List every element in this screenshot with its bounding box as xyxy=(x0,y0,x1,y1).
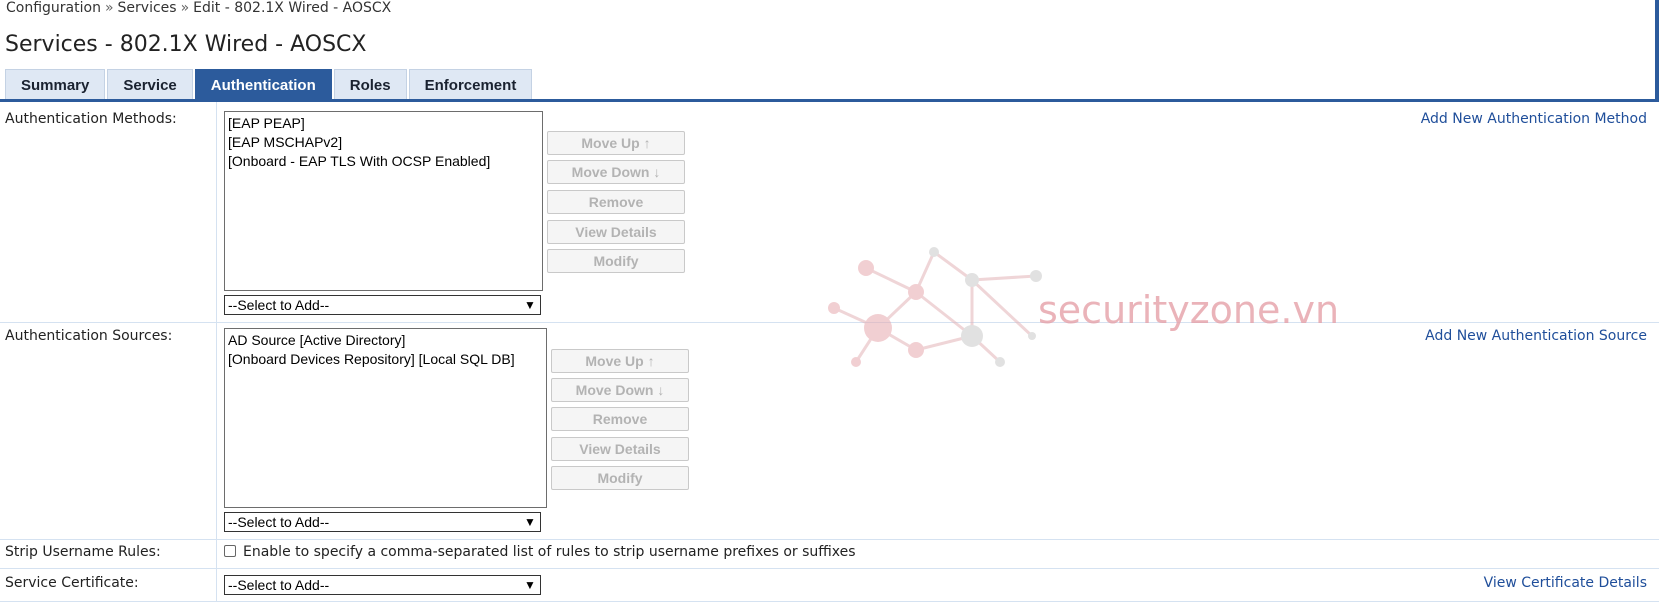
row-divider xyxy=(0,568,1659,569)
row-divider xyxy=(0,539,1659,540)
select-value: --Select to Add-- xyxy=(228,514,330,530)
auth-methods-select[interactable]: --Select to Add-- ▼ xyxy=(224,295,541,315)
tab-roles[interactable]: Roles xyxy=(333,69,407,101)
tab-enforcement[interactable]: Enforcement xyxy=(408,69,533,101)
tab-underline xyxy=(0,99,1659,102)
move-up-button[interactable]: Move Up ↑ xyxy=(551,349,689,373)
auth-methods-label: Authentication Methods: xyxy=(5,111,177,127)
select-value: --Select to Add-- xyxy=(228,577,330,593)
breadcrumb-services[interactable]: Services xyxy=(118,0,177,16)
row-divider xyxy=(0,601,1659,602)
view-details-button[interactable]: View Details xyxy=(547,220,685,244)
auth-sources-label: Authentication Sources: xyxy=(5,328,173,344)
list-item[interactable]: [EAP MSCHAPv2] xyxy=(228,133,539,152)
page-title: Services - 802.1X Wired - AOSCX xyxy=(5,32,367,57)
move-down-button[interactable]: Move Down ↓ xyxy=(547,160,685,184)
view-details-button[interactable]: View Details xyxy=(551,437,689,461)
tab-summary[interactable]: Summary xyxy=(5,69,106,101)
list-item[interactable]: AD Source [Active Directory] xyxy=(228,331,543,350)
breadcrumb: Configuration» Services» Edit - 802.1X Wir… xyxy=(6,0,391,16)
list-item[interactable]: [EAP PEAP] xyxy=(228,114,539,133)
auth-methods-list[interactable]: [EAP PEAP] [EAP MSCHAPv2] [Onboard - EAP… xyxy=(224,111,543,291)
breadcrumb-separator: » xyxy=(180,0,190,16)
add-auth-method-link[interactable]: Add New Authentication Method xyxy=(1421,111,1647,127)
list-item[interactable]: [Onboard Devices Repository] [Local SQL … xyxy=(228,350,543,369)
chevron-down-icon: ▼ xyxy=(524,578,536,592)
column-divider xyxy=(216,102,217,602)
remove-button[interactable]: Remove xyxy=(551,407,689,431)
tab-service[interactable]: Service xyxy=(107,69,193,101)
tab-authentication[interactable]: Authentication xyxy=(194,69,332,101)
remove-button[interactable]: Remove xyxy=(547,190,685,214)
strip-username-checkbox-label[interactable]: Enable to specify a comma-separated list… xyxy=(243,544,856,560)
modify-button[interactable]: Modify xyxy=(547,249,685,273)
select-value: --Select to Add-- xyxy=(228,297,330,313)
chevron-down-icon: ▼ xyxy=(524,515,536,529)
breadcrumb-configuration[interactable]: Configuration xyxy=(6,0,101,16)
auth-sources-list[interactable]: AD Source [Active Directory] [Onboard De… xyxy=(224,328,547,508)
move-down-button[interactable]: Move Down ↓ xyxy=(551,378,689,402)
watermark-text: securityzone.vn xyxy=(1038,288,1340,332)
add-auth-source-link[interactable]: Add New Authentication Source xyxy=(1425,328,1647,344)
breadcrumb-current: Edit - 802.1X Wired - AOSCX xyxy=(193,0,392,16)
view-certificate-details-link[interactable]: View Certificate Details xyxy=(1484,575,1647,591)
service-certificate-label: Service Certificate: xyxy=(5,575,139,591)
chevron-down-icon: ▼ xyxy=(524,298,536,312)
tab-bar: Summary Service Authentication Roles Enf… xyxy=(5,69,534,101)
strip-username-label: Strip Username Rules: xyxy=(5,544,161,560)
move-up-button[interactable]: Move Up ↑ xyxy=(547,131,685,155)
auth-sources-select[interactable]: --Select to Add-- ▼ xyxy=(224,512,541,532)
scrollbar[interactable] xyxy=(1655,0,1659,102)
list-item[interactable]: [Onboard - EAP TLS With OCSP Enabled] xyxy=(228,152,539,171)
service-certificate-select[interactable]: --Select to Add-- ▼ xyxy=(224,575,541,595)
breadcrumb-separator: » xyxy=(104,0,114,16)
modify-button[interactable]: Modify xyxy=(551,466,689,490)
strip-username-checkbox[interactable] xyxy=(224,545,236,557)
